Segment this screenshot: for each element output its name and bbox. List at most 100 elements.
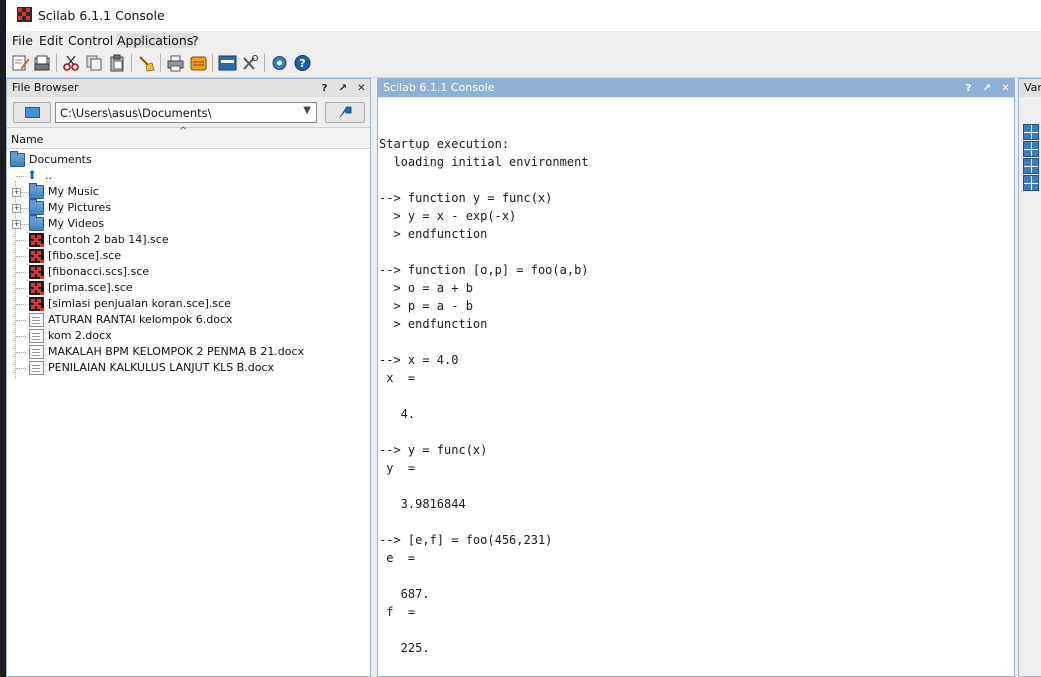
tree-connector bbox=[16, 304, 26, 305]
tree-label: [simlasi penjualan koran.sce].sce bbox=[48, 297, 231, 310]
tree-label: .. bbox=[45, 169, 52, 182]
console-line: f = bbox=[379, 605, 416, 619]
menu-help[interactable]: ? bbox=[191, 33, 200, 48]
sce-file-icon bbox=[29, 297, 44, 311]
path-combo[interactable]: C:\Users\asus\Documents\ ▼ bbox=[55, 102, 317, 123]
expand-icon[interactable]: + bbox=[12, 204, 21, 213]
tree-label: [fibo.sce].sce bbox=[48, 249, 122, 262]
sce-file-icon bbox=[29, 249, 44, 263]
change-directory-icon[interactable] bbox=[189, 54, 208, 72]
console-line: --> x = 4.0 bbox=[379, 353, 459, 367]
tree-label: My Pictures bbox=[48, 201, 112, 214]
variable-icon[interactable] bbox=[1023, 124, 1039, 140]
arrow-icon bbox=[339, 106, 352, 118]
file-browser-pane: File Browser ? ↗ ✕ C:\Users\asus\Documen… bbox=[6, 78, 371, 677]
tree-item[interactable]: [fibo.sce].sce bbox=[7, 248, 370, 264]
pane-undock-button[interactable]: ↗ bbox=[981, 80, 994, 98]
tree-item[interactable]: [fibonacci.scs].sce bbox=[7, 264, 370, 280]
configure-icon[interactable] bbox=[270, 54, 289, 72]
pane-undock-button[interactable]: ↗ bbox=[337, 80, 350, 98]
sce-file-icon bbox=[29, 233, 44, 247]
clear-console-icon[interactable] bbox=[137, 54, 156, 72]
console-line: > o = a + b bbox=[379, 281, 473, 295]
tree-label: MAKALAH BPM KELOMPOK 2 PENMA B 21.docx bbox=[48, 345, 305, 358]
sce-file-icon bbox=[29, 281, 44, 295]
console-pane: Scilab 6.1.1 Console ? ↗ ✕ Startup execu… bbox=[377, 78, 1015, 677]
tree-label: ATURAN RANTAI kelompok 6.docx bbox=[48, 313, 233, 326]
tree-item[interactable]: ⬆ .. bbox=[7, 168, 370, 184]
tree-connector bbox=[16, 320, 26, 321]
module-manager-icon[interactable] bbox=[241, 54, 260, 72]
tree-item-my-videos[interactable]: + My Videos bbox=[7, 215, 370, 232]
document-file-icon bbox=[29, 361, 44, 375]
menu-bar: File Edit Control Applications ? bbox=[6, 31, 1041, 50]
pane-help-button[interactable]: ? bbox=[962, 80, 975, 98]
menu-applications[interactable]: Applications bbox=[116, 33, 195, 48]
tree-label: [prima.sce].sce bbox=[48, 281, 133, 294]
new-script-icon[interactable] bbox=[11, 54, 30, 72]
console-line: > endfunction bbox=[379, 227, 488, 241]
console-line: 687. bbox=[379, 587, 430, 601]
change-directory-button[interactable] bbox=[325, 102, 365, 123]
tree-item-my-pictures[interactable]: + My Pictures bbox=[7, 199, 370, 216]
menu-file[interactable]: File bbox=[11, 33, 34, 48]
copy-icon[interactable] bbox=[85, 54, 104, 72]
tree-label: Documents bbox=[29, 153, 92, 166]
console-line: --> [e,f] = foo(456,231) bbox=[379, 533, 553, 547]
scilab-logo-icon bbox=[17, 7, 32, 22]
variable-icon[interactable] bbox=[1023, 158, 1039, 174]
tree-item[interactable]: kom 2.docx bbox=[7, 328, 370, 344]
print-icon[interactable] bbox=[166, 54, 185, 72]
tree-item[interactable]: ATURAN RANTAI kelompok 6.docx bbox=[7, 312, 370, 328]
console-line: e = bbox=[379, 551, 416, 565]
column-header-name[interactable]: Name ^ bbox=[7, 126, 370, 149]
variable-browser-header: Var bbox=[1019, 79, 1041, 97]
console-line: --> y = func(x) bbox=[379, 443, 488, 457]
variable-browser-pane: Var bbox=[1018, 78, 1041, 677]
folder-icon bbox=[29, 215, 44, 231]
tree-label: [fibonacci.scs].sce bbox=[48, 265, 150, 278]
tree-item-my-music[interactable]: + My Music bbox=[7, 183, 370, 200]
open-file-icon[interactable] bbox=[33, 54, 52, 72]
tree-label: My Music bbox=[48, 185, 99, 198]
expand-icon[interactable]: + bbox=[12, 220, 21, 229]
console-line: Startup execution: bbox=[379, 137, 510, 151]
console-title: Scilab 6.1.1 Console bbox=[383, 81, 495, 94]
tree-connector bbox=[16, 272, 26, 273]
tree-label: [contoh 2 bab 14].sce bbox=[48, 233, 169, 246]
tree-item[interactable]: [prima.sce].sce bbox=[7, 280, 370, 296]
tree-root-documents[interactable]: Documents bbox=[7, 151, 370, 168]
column-label: Name bbox=[11, 133, 44, 146]
console-line: > endfunction bbox=[379, 317, 488, 331]
console-line: 225. bbox=[379, 641, 430, 655]
tree-item[interactable]: [contoh 2 bab 14].sce bbox=[7, 232, 370, 248]
cut-icon[interactable] bbox=[62, 54, 81, 72]
console-line: --> function [o,p] = foo(a,b) bbox=[379, 263, 589, 277]
expand-icon[interactable]: + bbox=[12, 188, 21, 197]
browse-folder-button[interactable] bbox=[13, 102, 51, 123]
menu-edit[interactable]: Edit bbox=[38, 33, 64, 48]
chevron-down-icon[interactable]: ▼ bbox=[303, 105, 311, 116]
tree-item[interactable]: MAKALAH BPM KELOMPOK 2 PENMA B 21.docx bbox=[7, 344, 370, 360]
pane-close-button[interactable]: ✕ bbox=[999, 80, 1012, 98]
toolbar-separator bbox=[131, 54, 132, 72]
help-icon[interactable]: ? bbox=[293, 54, 312, 72]
tree-item[interactable]: PENILAIAN KALKULUS LANJUT KLS B.docx bbox=[7, 360, 370, 376]
tree-connector bbox=[16, 240, 26, 241]
pane-help-button[interactable]: ? bbox=[318, 80, 331, 98]
console-line: > p = a - b bbox=[379, 299, 473, 313]
variable-icon[interactable] bbox=[1023, 141, 1039, 157]
variable-icon[interactable] bbox=[1023, 175, 1039, 191]
tree-item[interactable]: [simlasi penjualan koran.sce].sce bbox=[7, 296, 370, 312]
console-output[interactable]: Startup execution: loading initial envir… bbox=[378, 98, 1014, 676]
tree-connector bbox=[16, 336, 26, 337]
paste-icon[interactable] bbox=[108, 54, 127, 72]
document-file-icon bbox=[29, 345, 44, 359]
variable-browser-icon[interactable] bbox=[218, 54, 237, 72]
menu-control[interactable]: Control bbox=[67, 33, 114, 48]
console-header: Scilab 6.1.1 Console ? ↗ ✕ bbox=[378, 79, 1014, 97]
pane-close-button[interactable]: ✕ bbox=[355, 80, 368, 98]
tree-connector bbox=[16, 352, 26, 353]
tree-label: PENILAIAN KALKULUS LANJUT KLS B.docx bbox=[48, 361, 274, 374]
console-line: y = bbox=[379, 461, 416, 475]
